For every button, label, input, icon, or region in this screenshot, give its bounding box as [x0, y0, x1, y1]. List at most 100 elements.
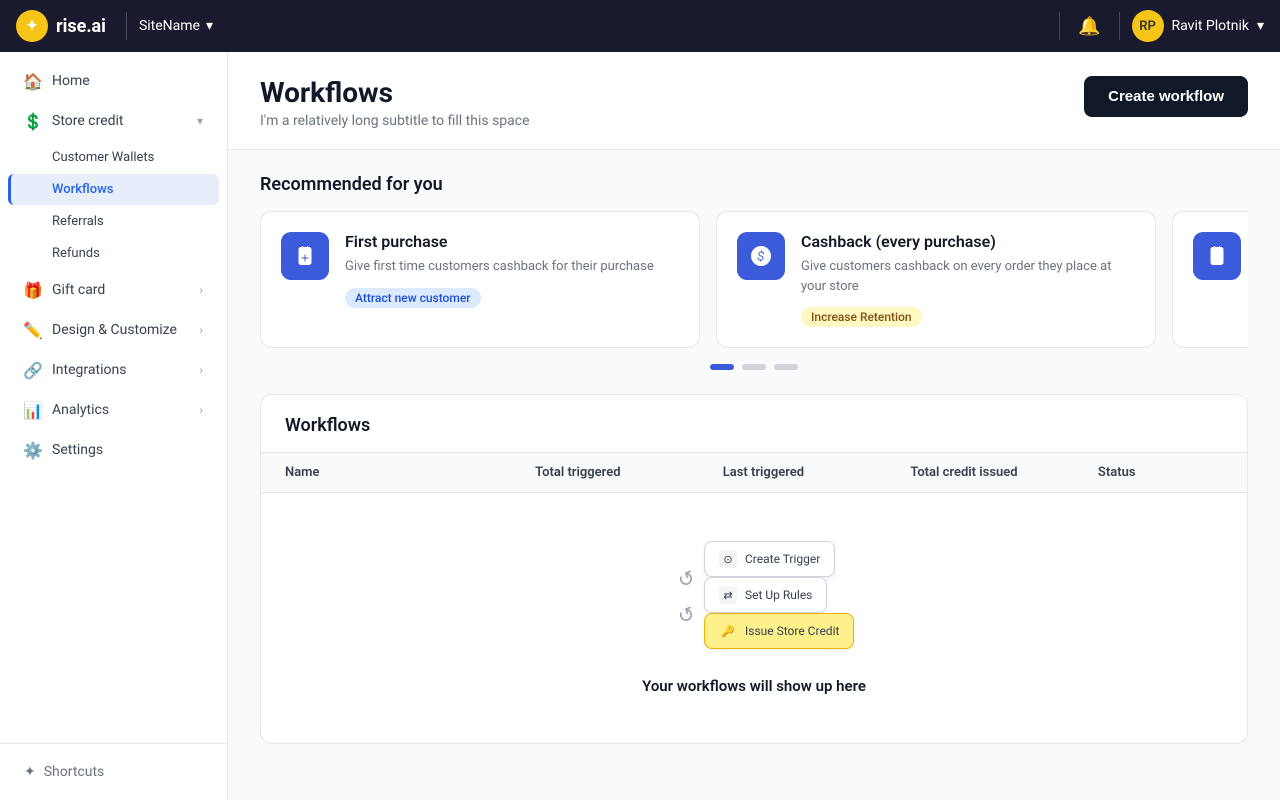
wf-card-label: Issue Store Credit: [745, 624, 839, 638]
avatar-initials: RP: [1139, 19, 1156, 34]
card-description: Give first time customers cashback for t…: [345, 257, 679, 277]
home-icon: 🏠: [24, 72, 42, 90]
sub-nav-label: Workflows: [52, 182, 113, 197]
shortcuts-label: Shortcuts: [44, 764, 105, 780]
page-header: Workflows I'm a relatively long subtitle…: [228, 52, 1280, 150]
integrations-icon: 🔗: [24, 361, 42, 379]
card-description: Give customers cashback on every order t…: [801, 257, 1135, 296]
layout: 🏠 Home 💲 Store credit ▾ Customer Wallets…: [0, 52, 1280, 800]
chevron-right-icon: ›: [199, 363, 203, 377]
recommended-card-cashback: Cashback (every purchase) Give customers…: [716, 211, 1156, 348]
card-title: First purchase: [345, 232, 679, 251]
sidebar-item-store-credit[interactable]: 💲 Store credit ▾: [8, 102, 219, 140]
col-status: Status: [1098, 465, 1223, 480]
sidebar-item-label: Settings: [52, 442, 203, 458]
empty-state-title: Your workflows will show up here: [642, 677, 866, 695]
sidebar-item-label: Store credit: [52, 113, 187, 129]
logo: ✦ rise.ai: [16, 10, 106, 42]
card-icon-first-purchase: [281, 232, 329, 280]
sidebar-item-referrals[interactable]: Referrals: [8, 206, 219, 237]
store-credit-submenu: Customer Wallets Workflows Referrals Ref…: [0, 142, 227, 269]
sidebar-item-label: Integrations: [52, 362, 189, 378]
recommended-cards: First purchase Give first time customers…: [260, 211, 1248, 348]
arrow-icon: ↺: [675, 567, 698, 592]
empty-state: ⊙ Create Trigger ↺ ⇄ Set Up Rules ↺ 🔑: [261, 493, 1247, 743]
col-last-triggered: Last triggered: [723, 465, 911, 480]
workflow-illustration: ⊙ Create Trigger ↺ ⇄ Set Up Rules ↺ 🔑: [654, 541, 854, 661]
col-name: Name: [285, 465, 535, 480]
wf-card-trigger: ⊙ Create Trigger: [704, 541, 835, 577]
user-name: Ravit Plotnik: [1172, 18, 1249, 34]
recommended-card-first-purchase: First purchase Give first time customers…: [260, 211, 700, 348]
logo-text: rise.ai: [56, 16, 106, 37]
chevron-up-icon: ▾: [197, 114, 203, 128]
settings-icon: ⚙️: [24, 441, 42, 459]
gift-card-icon: 🎁: [24, 281, 42, 299]
notifications-bell-icon[interactable]: 🔔: [1072, 10, 1106, 43]
sidebar-item-label: Home: [52, 73, 203, 89]
site-selector[interactable]: SiteName ▾: [126, 12, 225, 40]
wf-card-label: Create Trigger: [745, 552, 820, 566]
sidebar-item-refunds[interactable]: Refunds: [8, 238, 219, 269]
trigger-icon: ⊙: [719, 550, 737, 568]
arrow-icon-2: ↺: [675, 603, 698, 628]
card-icon-cashback: [737, 232, 785, 280]
topbar: ✦ rise.ai SiteName ▾ 🔔 RP Ravit Plotnik …: [0, 0, 1280, 52]
page-title: Workflows: [260, 76, 530, 109]
star-icon: ✦: [24, 764, 36, 780]
sidebar: 🏠 Home 💲 Store credit ▾ Customer Wallets…: [0, 52, 228, 800]
main-content: Workflows I'm a relatively long subtitle…: [228, 52, 1280, 800]
chevron-right-icon: ›: [199, 403, 203, 417]
wf-card-label: Set Up Rules: [745, 588, 812, 602]
carousel-dot-2[interactable]: [742, 364, 766, 370]
sub-nav-label: Referrals: [52, 214, 104, 229]
page-subtitle: I'm a relatively long subtitle to fill t…: [260, 113, 530, 129]
sidebar-item-settings[interactable]: ⚙️ Settings: [8, 431, 219, 469]
sub-nav-label: Customer Wallets: [52, 150, 154, 165]
wf-card-rules: ⇄ Set Up Rules: [704, 577, 827, 613]
credit-icon: 🔑: [719, 622, 737, 640]
col-total-credit: Total credit issued: [910, 465, 1098, 480]
chevron-right-icon: ›: [199, 283, 203, 297]
store-credit-icon: 💲: [24, 112, 42, 130]
design-icon: ✏️: [24, 321, 42, 339]
sidebar-item-home[interactable]: 🏠 Home: [8, 62, 219, 100]
workflows-section-header: Workflows: [261, 395, 1247, 453]
sidebar-item-label: Design & Customize: [52, 322, 189, 338]
sidebar-item-analytics[interactable]: 📊 Analytics ›: [8, 391, 219, 429]
card-tag: Attract new customer: [345, 288, 481, 308]
sidebar-footer: ✦ Shortcuts: [0, 743, 227, 800]
content-area: Recommended for you First purchase Give …: [228, 150, 1280, 768]
topbar-divider-2: [1119, 12, 1120, 40]
card-content-first-purchase: First purchase Give first time customers…: [345, 232, 679, 308]
sidebar-item-integrations[interactable]: 🔗 Integrations ›: [8, 351, 219, 389]
chevron-right-icon: ›: [199, 323, 203, 337]
topbar-divider: [1059, 12, 1060, 40]
sidebar-item-workflows[interactable]: Workflows: [8, 174, 219, 205]
carousel-dot-3[interactable]: [774, 364, 798, 370]
sidebar-nav: 🏠 Home 💲 Store credit ▾ Customer Wallets…: [0, 52, 227, 743]
shortcuts-button[interactable]: ✦ Shortcuts: [16, 756, 211, 788]
table-header: Name Total triggered Last triggered Tota…: [261, 453, 1247, 493]
chevron-down-icon: ▾: [1257, 18, 1264, 34]
user-menu[interactable]: RP Ravit Plotnik ▾: [1132, 10, 1264, 42]
sidebar-item-label: Analytics: [52, 402, 189, 418]
col-total-triggered: Total triggered: [535, 465, 723, 480]
card-title: Cashback (every purchase): [801, 232, 1135, 251]
carousel-dots: [260, 364, 1248, 370]
sidebar-item-design-customize[interactable]: ✏️ Design & Customize ›: [8, 311, 219, 349]
card-tag: Increase Retention: [801, 307, 922, 327]
card-icon-partial: [1193, 232, 1241, 280]
recommended-card-partial: [1172, 211, 1248, 348]
create-workflow-button[interactable]: Create workflow: [1084, 76, 1248, 117]
workflows-section-title: Workflows: [285, 415, 1223, 436]
site-name: SiteName: [139, 18, 200, 34]
workflows-section: Workflows Name Total triggered Last trig…: [260, 394, 1248, 744]
avatar: RP: [1132, 10, 1164, 42]
carousel-dot-1[interactable]: [710, 364, 734, 370]
sidebar-item-gift-card[interactable]: 🎁 Gift card ›: [8, 271, 219, 309]
rules-icon: ⇄: [719, 586, 737, 604]
sub-nav-label: Refunds: [52, 246, 100, 261]
sidebar-item-customer-wallets[interactable]: Customer Wallets: [8, 142, 219, 173]
logo-icon: ✦: [16, 10, 48, 42]
